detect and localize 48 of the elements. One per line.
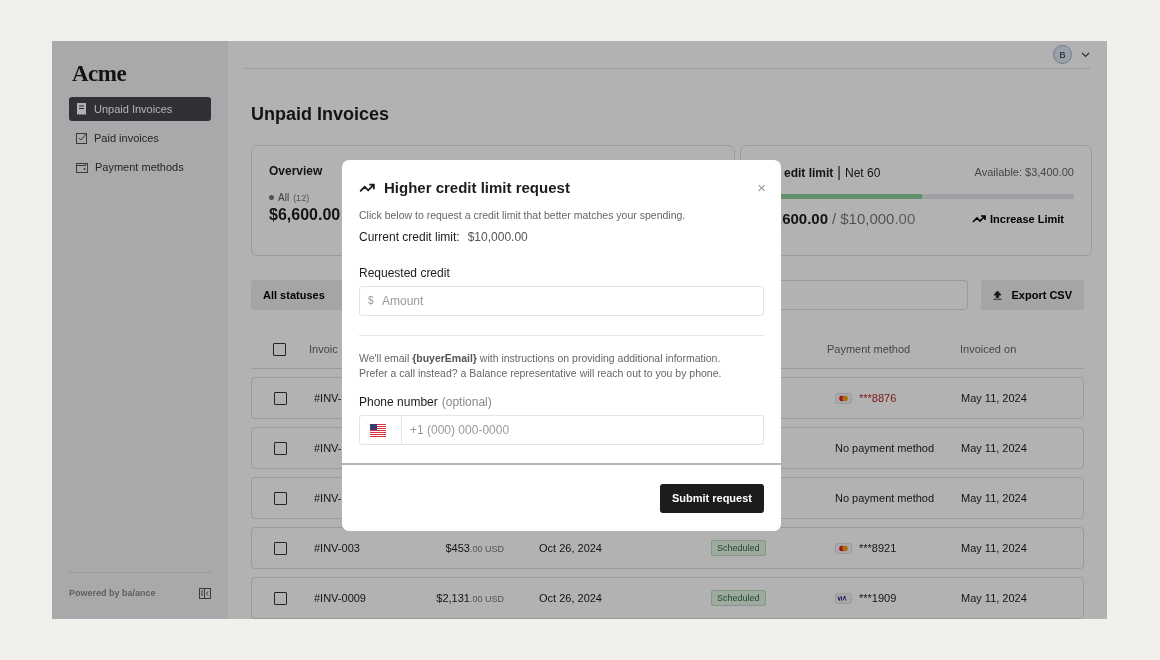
table-cell: Oct 26, 2024	[539, 542, 602, 554]
dialog-title: Higher credit limit request	[384, 179, 571, 196]
table-cell: May 11, 2024	[961, 542, 1027, 554]
table-cell: May 11, 2024	[961, 492, 1027, 504]
column-header: Invoiced on	[960, 343, 1018, 355]
payment-method: ***8921	[859, 542, 897, 554]
separator: |	[837, 164, 841, 180]
column-header: Invoic	[309, 343, 339, 355]
dialog-subtitle: Click below to request a credit limit that better matches your spending.	[359, 209, 687, 221]
payment-method: No payment method	[835, 442, 935, 454]
available-amount: Available: $3,400.00	[974, 166, 1074, 180]
status-badge: Scheduled	[711, 590, 766, 606]
limit-amount: $10,000	[840, 210, 895, 227]
table-cell: May 11, 2024	[961, 392, 1027, 404]
column-header: Payment method	[827, 343, 912, 355]
filter-count: (12)	[293, 192, 310, 203]
table-cell: #INV-003	[314, 542, 360, 554]
field-label: Phone number	[359, 395, 438, 409]
total-amount: $6,600.00	[269, 206, 341, 224]
field-label: Requested credit	[359, 266, 451, 280]
optional-hint: (optional)	[441, 395, 492, 409]
card-title: Overview	[269, 164, 324, 178]
field-label: Current credit limit:	[359, 230, 460, 244]
page-title: Unpaid Invoices	[251, 103, 391, 126]
info-text: We'll email {buyerEmail} with instructions on providing additional information. Prefer a call instead? a Balance representative will reach out to you by phone.	[359, 351, 723, 381]
payment-method: ***1909	[859, 592, 897, 604]
used-amount: ,600.00	[778, 210, 829, 227]
slash: /	[832, 210, 837, 227]
logo: Acme	[71, 60, 128, 88]
table-cell: #INV-	[314, 392, 342, 404]
table-cell: #INV-0009	[314, 592, 366, 604]
filter-label: All	[278, 192, 290, 203]
current-limit-value: $10,000.00	[467, 230, 528, 244]
table-cell: #INV-	[314, 442, 342, 454]
card-title: edit limit	[784, 166, 834, 180]
table-cell: May 11, 2024	[961, 442, 1027, 454]
amount: $2,131.00 USD	[436, 592, 504, 604]
payment-method: No payment method	[835, 492, 935, 504]
limit-cents: .00	[894, 210, 916, 227]
amount: $453.00 USD	[445, 542, 504, 554]
table-cell: Oct 26, 2024	[539, 592, 602, 604]
table-cell: May 11, 2024	[961, 592, 1027, 604]
credit-terms: Net 60	[845, 166, 881, 180]
powered-by-text: Powered by ba/ance	[69, 588, 156, 598]
status-badge: Scheduled	[711, 540, 766, 556]
payment-method: ***8876	[859, 392, 897, 404]
currency-symbol: $	[368, 295, 374, 306]
table-cell: #INV-	[314, 492, 342, 504]
